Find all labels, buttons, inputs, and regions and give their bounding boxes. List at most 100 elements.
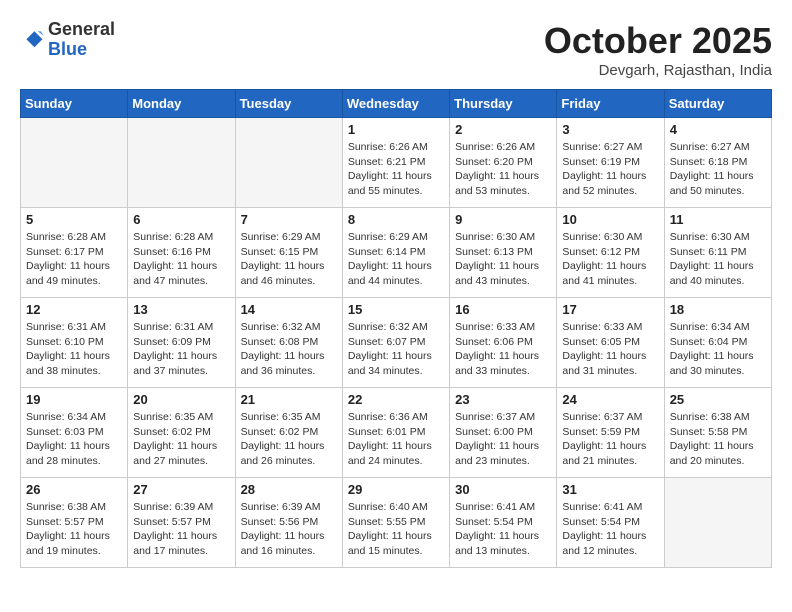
cell-info: Sunrise: 6:39 AM Sunset: 5:56 PM Dayligh… <box>241 500 337 559</box>
calendar-cell: 29Sunrise: 6:40 AM Sunset: 5:55 PM Dayli… <box>342 478 449 568</box>
cell-day-number: 9 <box>455 212 551 227</box>
calendar-cell: 11 Sunrise: 6:30 AM Sunset: 6:11 PM Dayli… <box>664 208 771 298</box>
weekday-header-tuesday: Tuesday <box>235 90 342 118</box>
calendar-cell: 24Sunrise: 6:37 AM Sunset: 5:59 PM Dayli… <box>557 388 664 478</box>
cell-info: Sunrise: 6:30 AM Sunset: 6:11 PM Dayligh… <box>670 230 766 289</box>
calendar-body: 1Sunrise: 6:26 AM Sunset: 6:21 PM Daylig… <box>21 118 772 568</box>
calendar-cell: 28 Sunrise: 6:39 AM Sunset: 5:56 PM Dayli… <box>235 478 342 568</box>
calendar-cell <box>21 118 128 208</box>
cell-day-number: 20 <box>133 392 229 407</box>
calendar-cell: 21 Sunrise: 6:35 AM Sunset: 6:02 PM Dayli… <box>235 388 342 478</box>
cell-info: Sunrise: 6:41 AM Sunset: 5:54 PM Dayligh… <box>455 500 551 559</box>
cell-info: Sunrise: 6:28 AM Sunset: 6:17 PM Dayligh… <box>26 230 122 289</box>
calendar-cell: 2Sunrise: 6:26 AM Sunset: 6:20 PM Daylig… <box>450 118 557 208</box>
cell-info: Sunrise: 6:34 AM Sunset: 6:03 PM Dayligh… <box>26 410 122 469</box>
calendar-cell: 20Sunrise: 6:35 AM Sunset: 6:02 PM Dayli… <box>128 388 235 478</box>
cell-info: Sunrise: 6:38 AM Sunset: 5:58 PM Dayligh… <box>670 410 766 469</box>
weekday-header-monday: Monday <box>128 90 235 118</box>
calendar-cell: 25 Sunrise: 6:38 AM Sunset: 5:58 PM Dayli… <box>664 388 771 478</box>
cell-info: Sunrise: 6:37 AM Sunset: 6:00 PM Dayligh… <box>455 410 551 469</box>
cell-day-number: 22 <box>348 392 444 407</box>
calendar-cell: 7Sunrise: 6:29 AM Sunset: 6:15 PM Daylig… <box>235 208 342 298</box>
calendar-cell: 13 Sunrise: 6:31 AM Sunset: 6:09 PM Dayli… <box>128 298 235 388</box>
week-row-2: 5 Sunrise: 6:28 AM Sunset: 6:17 PM Daylig… <box>21 208 772 298</box>
month-title: October 2025 <box>544 20 772 62</box>
cell-info: Sunrise: 6:35 AM Sunset: 6:02 PM Dayligh… <box>241 410 337 469</box>
cell-day-number: 25 <box>670 392 766 407</box>
cell-info: Sunrise: 6:29 AM Sunset: 6:14 PM Dayligh… <box>348 230 444 289</box>
calendar-cell: 9 Sunrise: 6:30 AM Sunset: 6:13 PM Daylig… <box>450 208 557 298</box>
week-row-1: 1Sunrise: 6:26 AM Sunset: 6:21 PM Daylig… <box>21 118 772 208</box>
calendar-header: SundayMondayTuesdayWednesdayThursdayFrid… <box>21 90 772 118</box>
week-row-5: 26 Sunrise: 6:38 AM Sunset: 5:57 PM Dayli… <box>21 478 772 568</box>
cell-day-number: 14 <box>241 302 337 317</box>
cell-day-number: 27 <box>133 482 229 497</box>
page-header: General Blue October 2025 Devgarh, Rajas… <box>20 20 772 79</box>
calendar-cell: 8 Sunrise: 6:29 AM Sunset: 6:14 PM Daylig… <box>342 208 449 298</box>
cell-day-number: 2 <box>455 122 551 137</box>
cell-day-number: 4 <box>670 122 766 137</box>
calendar-cell: 1Sunrise: 6:26 AM Sunset: 6:21 PM Daylig… <box>342 118 449 208</box>
cell-info: Sunrise: 6:30 AM Sunset: 6:13 PM Dayligh… <box>455 230 551 289</box>
calendar-cell: 14 Sunrise: 6:32 AM Sunset: 6:08 PM Dayli… <box>235 298 342 388</box>
cell-day-number: 16 <box>455 302 551 317</box>
cell-day-number: 26 <box>26 482 122 497</box>
weekday-header-friday: Friday <box>557 90 664 118</box>
logo: General Blue <box>20 20 115 60</box>
cell-info: Sunrise: 6:39 AM Sunset: 5:57 PM Dayligh… <box>133 500 229 559</box>
cell-info: Sunrise: 6:33 AM Sunset: 6:06 PM Dayligh… <box>455 320 551 379</box>
cell-day-number: 13 <box>133 302 229 317</box>
calendar-cell: 26 Sunrise: 6:38 AM Sunset: 5:57 PM Dayli… <box>21 478 128 568</box>
cell-info: Sunrise: 6:31 AM Sunset: 6:10 PM Dayligh… <box>26 320 122 379</box>
weekday-header-row: SundayMondayTuesdayWednesdayThursdayFrid… <box>21 90 772 118</box>
calendar-cell: 18Sunrise: 6:34 AM Sunset: 6:04 PM Dayli… <box>664 298 771 388</box>
calendar-cell: 10 Sunrise: 6:30 AM Sunset: 6:12 PM Dayli… <box>557 208 664 298</box>
cell-info: Sunrise: 6:36 AM Sunset: 6:01 PM Dayligh… <box>348 410 444 469</box>
cell-day-number: 11 <box>670 212 766 227</box>
cell-day-number: 8 <box>348 212 444 227</box>
calendar-cell: 16 Sunrise: 6:33 AM Sunset: 6:06 PM Dayli… <box>450 298 557 388</box>
cell-day-number: 17 <box>562 302 658 317</box>
calendar-cell: 4 Sunrise: 6:27 AM Sunset: 6:18 PM Daylig… <box>664 118 771 208</box>
weekday-header-sunday: Sunday <box>21 90 128 118</box>
cell-info: Sunrise: 6:31 AM Sunset: 6:09 PM Dayligh… <box>133 320 229 379</box>
location-subtitle: Devgarh, Rajasthan, India <box>544 62 772 79</box>
cell-day-number: 7 <box>241 212 337 227</box>
cell-day-number: 10 <box>562 212 658 227</box>
cell-info: Sunrise: 6:27 AM Sunset: 6:19 PM Dayligh… <box>562 140 658 199</box>
cell-info: Sunrise: 6:30 AM Sunset: 6:12 PM Dayligh… <box>562 230 658 289</box>
cell-day-number: 3 <box>562 122 658 137</box>
cell-info: Sunrise: 6:40 AM Sunset: 5:55 PM Dayligh… <box>348 500 444 559</box>
calendar-cell: 23 Sunrise: 6:37 AM Sunset: 6:00 PM Dayli… <box>450 388 557 478</box>
cell-day-number: 28 <box>241 482 337 497</box>
cell-day-number: 5 <box>26 212 122 227</box>
weekday-header-thursday: Thursday <box>450 90 557 118</box>
calendar-cell: 15 Sunrise: 6:32 AM Sunset: 6:07 PM Dayli… <box>342 298 449 388</box>
calendar-cell: 22 Sunrise: 6:36 AM Sunset: 6:01 PM Dayli… <box>342 388 449 478</box>
title-block: October 2025 Devgarh, Rajasthan, India <box>544 20 772 79</box>
logo-icon <box>20 28 44 52</box>
logo-text: General Blue <box>48 20 115 60</box>
calendar-cell: 31Sunrise: 6:41 AM Sunset: 5:54 PM Dayli… <box>557 478 664 568</box>
calendar-cell <box>235 118 342 208</box>
cell-info: Sunrise: 6:38 AM Sunset: 5:57 PM Dayligh… <box>26 500 122 559</box>
cell-info: Sunrise: 6:41 AM Sunset: 5:54 PM Dayligh… <box>562 500 658 559</box>
calendar-cell: 5 Sunrise: 6:28 AM Sunset: 6:17 PM Daylig… <box>21 208 128 298</box>
calendar-cell: 17Sunrise: 6:33 AM Sunset: 6:05 PM Dayli… <box>557 298 664 388</box>
cell-info: Sunrise: 6:27 AM Sunset: 6:18 PM Dayligh… <box>670 140 766 199</box>
calendar-cell: 19Sunrise: 6:34 AM Sunset: 6:03 PM Dayli… <box>21 388 128 478</box>
cell-day-number: 6 <box>133 212 229 227</box>
cell-day-number: 23 <box>455 392 551 407</box>
cell-day-number: 12 <box>26 302 122 317</box>
cell-info: Sunrise: 6:34 AM Sunset: 6:04 PM Dayligh… <box>670 320 766 379</box>
calendar-cell: 12 Sunrise: 6:31 AM Sunset: 6:10 PM Dayli… <box>21 298 128 388</box>
cell-day-number: 24 <box>562 392 658 407</box>
cell-info: Sunrise: 6:28 AM Sunset: 6:16 PM Dayligh… <box>133 230 229 289</box>
cell-day-number: 15 <box>348 302 444 317</box>
calendar-cell: 30Sunrise: 6:41 AM Sunset: 5:54 PM Dayli… <box>450 478 557 568</box>
calendar-cell: 27 Sunrise: 6:39 AM Sunset: 5:57 PM Dayli… <box>128 478 235 568</box>
cell-info: Sunrise: 6:32 AM Sunset: 6:07 PM Dayligh… <box>348 320 444 379</box>
weekday-header-wednesday: Wednesday <box>342 90 449 118</box>
cell-day-number: 21 <box>241 392 337 407</box>
cell-info: Sunrise: 6:32 AM Sunset: 6:08 PM Dayligh… <box>241 320 337 379</box>
